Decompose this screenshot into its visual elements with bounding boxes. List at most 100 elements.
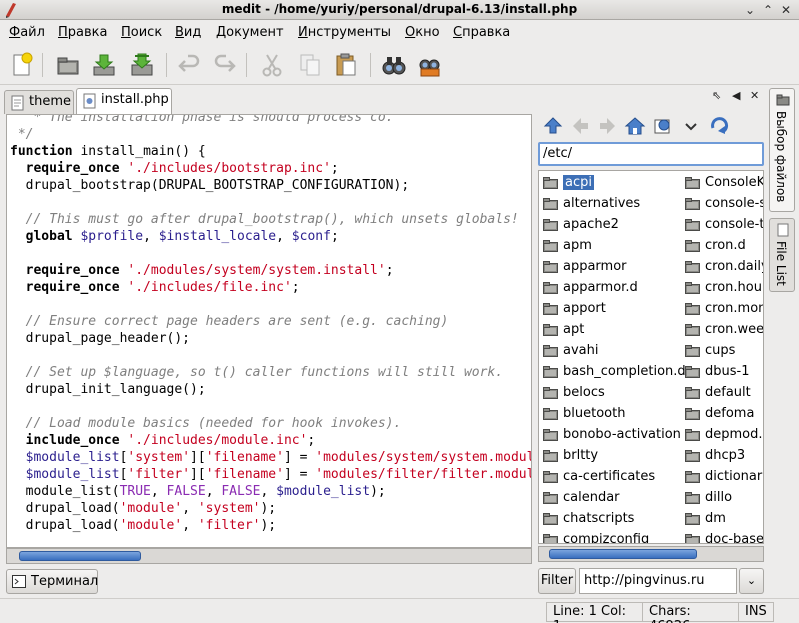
file-list[interactable]: acpi alternatives apache2 apm apparmor apparm… [538,170,764,544]
file-item[interactable]: calendar [543,488,701,509]
refresh-icon[interactable] [708,115,730,137]
file-name: cups [705,343,736,358]
file-item[interactable]: bash_completion.d [543,362,701,383]
side-tab-file-selector[interactable]: Выбор файлов [769,88,795,212]
forward-arrow-icon[interactable] [596,115,618,137]
chevron-down-icon[interactable] [680,115,702,137]
file-item[interactable]: cron.daily [685,257,763,278]
code-token: * The installation phase is should proce… [10,114,394,125]
file-list-horizontal-scrollbar[interactable] [538,546,764,562]
code-token: // Set up $language, so t() caller funct… [10,365,504,380]
side-tab-file-list[interactable]: File List [769,218,795,292]
file-item[interactable]: alternatives [543,194,701,215]
file-name: console-tools [705,217,764,232]
save-icon[interactable] [128,51,156,79]
file-item[interactable]: console-tools [685,215,764,236]
undo-icon[interactable] [176,51,204,79]
copy-icon[interactable] [296,51,324,79]
file-name: apache2 [563,217,619,232]
code-token: ); [260,501,277,516]
editor-horizontal-scrollbar[interactable] [6,548,532,564]
menu-window[interactable]: Окно [405,25,440,40]
file-item[interactable]: bonobo-activation [543,425,701,446]
menu-file[interactable]: Файл [9,25,45,40]
file-item[interactable]: bluetooth [543,404,701,425]
new-document-icon[interactable] [8,51,36,79]
file-item[interactable]: avahi [543,341,701,362]
file-item[interactable]: cron.hourly [685,278,763,299]
filter-dropdown-button[interactable]: ⌄ [739,568,764,594]
code-line: // Load module basics (needed for hook i… [10,415,531,432]
file-item[interactable]: console-setup [685,194,763,215]
close-button[interactable]: ✕ [778,2,794,18]
open-folder-icon[interactable] [54,51,82,79]
file-item[interactable]: defoma [685,404,763,425]
file-item[interactable]: cron.weekly [685,320,763,341]
file-item[interactable]: compizconfig [543,530,701,543]
file-item[interactable]: apt [543,320,701,341]
file-item[interactable]: dbus-1 [685,362,763,383]
file-item[interactable]: dictionaries-common [685,467,763,488]
back-arrow-icon[interactable] [570,115,592,137]
file-item[interactable]: chatscripts [543,509,701,530]
code-editor[interactable]: * The installation phase is should proce… [6,114,532,548]
file-item[interactable]: apm [543,236,701,257]
code-token: ][ [190,467,206,482]
bookmark-icon[interactable] [652,115,674,137]
home-icon[interactable] [624,115,646,137]
find-replace-icon[interactable] [416,51,444,79]
file-item[interactable]: cron.d [685,236,763,257]
filter-input[interactable]: http://pingvinus.ru [579,568,737,594]
code-text[interactable]: * The installation phase is should proce… [10,114,531,534]
file-item[interactable]: apport [543,299,701,320]
code-token: */ [10,127,34,142]
file-name: doc-base [705,532,764,544]
scrollbar-thumb[interactable] [549,549,697,559]
menu-edit[interactable]: Правка [58,25,107,40]
cut-icon[interactable] [258,51,286,79]
file-item[interactable]: dillo [685,488,763,509]
code-token: 'filter' [197,518,261,533]
file-item[interactable]: dm [685,509,763,530]
panel-close-icon[interactable]: ✕ [750,89,759,102]
file-item[interactable]: cron.monthly [685,299,763,320]
file-item[interactable]: belocs [543,383,701,404]
file-item[interactable]: dhcp3 [685,446,763,467]
code-line: drupal_load('module', 'filter'); [10,517,531,534]
menu-view[interactable]: Вид [175,25,201,40]
file-item[interactable]: acpi [543,173,701,194]
up-arrow-icon[interactable] [542,115,564,137]
file-item[interactable]: cups [685,341,763,362]
filter-button[interactable]: Filter [538,568,576,594]
menu-search[interactable]: Поиск [121,25,162,40]
terminal-button[interactable]: Терминал [6,569,98,594]
minimize-button[interactable]: ⌄ [742,2,758,18]
file-item[interactable]: default [685,383,763,404]
scrollbar-thumb[interactable] [19,551,141,561]
menu-help[interactable]: Справка [453,25,510,40]
code-line: drupal_bootstrap(DRUPAL_BOOTSTRAP_CONFIG… [10,177,531,194]
tab-theme[interactable]: theme [4,90,74,114]
file-item[interactable]: ca-certificates [543,467,701,488]
folder-icon [685,345,700,357]
panel-left-arrow-icon[interactable]: ◀ [732,89,740,102]
file-item[interactable]: apparmor [543,257,701,278]
file-item[interactable]: ConsoleKit [685,173,763,194]
file-item[interactable]: apparmor.d [543,278,701,299]
file-item[interactable]: apache2 [543,215,701,236]
folder-icon [685,534,700,543]
maximize-button[interactable]: ⌃ [760,2,776,18]
redo-icon[interactable] [210,51,238,79]
tab-install-php[interactable]: install.php [76,88,172,115]
menu-tools[interactable]: Инструменты [298,25,391,40]
paste-icon[interactable] [332,51,360,79]
file-item[interactable]: brltty [543,446,701,467]
download-icon[interactable] [90,51,118,79]
file-item[interactable]: depmod.d [685,425,763,446]
panel-undock-icon[interactable]: ⇖ [712,89,721,102]
file-item[interactable]: doc-base [685,530,764,544]
find-icon[interactable] [380,51,408,79]
menu-document[interactable]: Документ [216,25,284,40]
path-input[interactable]: /etc/ [538,142,764,166]
